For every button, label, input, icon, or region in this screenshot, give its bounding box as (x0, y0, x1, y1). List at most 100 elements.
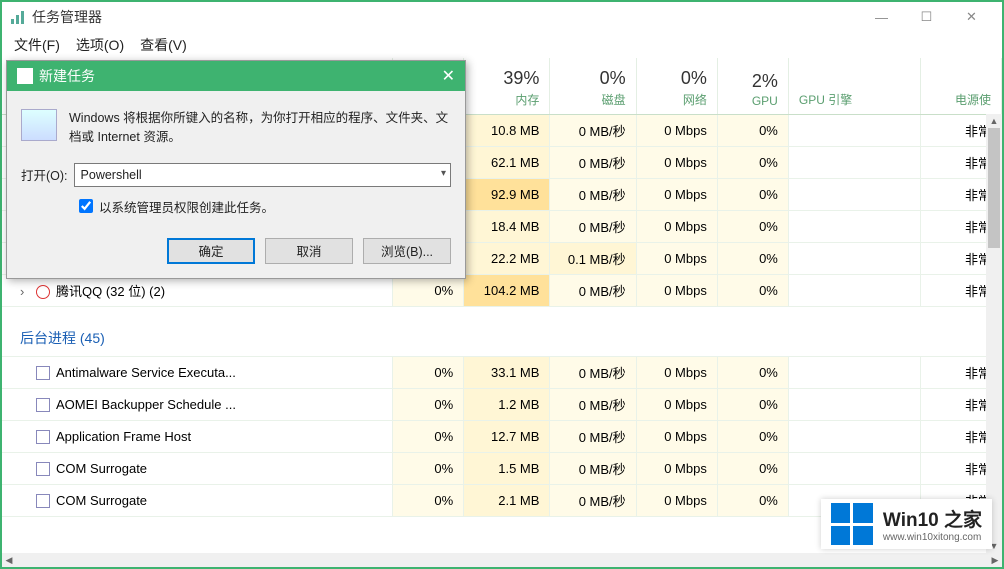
scrollbar-thumb[interactable] (988, 128, 1000, 248)
menu-view[interactable]: 查看(V) (132, 33, 195, 57)
table-row[interactable]: COM Surrogate0%1.5 MB0 MB/秒0 Mbps0%非常 (2, 453, 1002, 485)
table-row[interactable]: Application Frame Host0%12.7 MB0 MB/秒0 M… (2, 421, 1002, 453)
admin-checkbox[interactable] (79, 199, 93, 213)
cancel-button[interactable]: 取消 (265, 238, 353, 264)
titlebar: 任务管理器 — ☐ ✕ (2, 2, 1002, 32)
cell-disk: 0 MB/秒 (550, 114, 636, 146)
horizontal-scrollbar[interactable]: ◀ ▶ (2, 553, 1002, 567)
cell-network: 0 Mbps (636, 453, 717, 485)
cell-gpu-engine (788, 242, 920, 274)
cell-network: 0 Mbps (636, 178, 717, 210)
table-row[interactable]: ›腾讯QQ (32 位) (2)0%104.2 MB0 MB/秒0 Mbps0%… (2, 274, 1002, 306)
cell-gpu-engine (788, 146, 920, 178)
cell-disk: 0 MB/秒 (550, 421, 636, 453)
cell-gpu: 0% (717, 389, 788, 421)
col-power[interactable]: 电源使 (920, 58, 1001, 114)
cell-gpu: 0% (717, 485, 788, 517)
run-dialog-icon (21, 109, 57, 141)
cell-cpu: 0% (393, 453, 464, 485)
cell-memory: 92.9 MB (464, 178, 550, 210)
cell-name: COM Surrogate (2, 485, 393, 517)
scroll-right-icon[interactable]: ▶ (988, 553, 1002, 567)
open-input[interactable]: Powershell ▾ (74, 163, 451, 187)
col-disk[interactable]: 0%磁盘 (550, 58, 636, 114)
cell-gpu: 0% (717, 114, 788, 146)
scroll-left-icon[interactable]: ◀ (2, 553, 16, 567)
cell-network: 0 Mbps (636, 485, 717, 517)
cell-memory: 10.8 MB (464, 114, 550, 146)
cell-gpu-engine (788, 357, 920, 389)
process-icon (36, 285, 50, 299)
section-header: 后台进程 (45) (2, 320, 1002, 357)
col-network[interactable]: 0%网络 (636, 58, 717, 114)
menu-options[interactable]: 选项(O) (68, 33, 132, 57)
cell-gpu-engine (788, 114, 920, 146)
cell-disk: 0.1 MB/秒 (550, 242, 636, 274)
cell-network: 0 Mbps (636, 114, 717, 146)
new-task-dialog: 新建任务 ✕ Windows 将根据你所键入的名称，为你打开相应的程序、文件夹、… (6, 60, 466, 279)
dialog-titlebar[interactable]: 新建任务 ✕ (7, 61, 465, 91)
process-icon (36, 430, 50, 444)
dialog-title: 新建任务 (39, 66, 95, 86)
expand-icon[interactable]: › (20, 284, 32, 299)
cell-cpu: 0% (393, 421, 464, 453)
cell-name: COM Surrogate (2, 453, 393, 485)
cell-gpu: 0% (717, 178, 788, 210)
admin-label: 以系统管理员权限创建此任务。 (99, 197, 274, 216)
open-input-value: Powershell (81, 168, 142, 182)
cell-network: 0 Mbps (636, 421, 717, 453)
watermark: Win10 之家 www.win10xitong.com (821, 499, 992, 549)
run-icon (17, 68, 33, 84)
cell-memory: 1.2 MB (464, 389, 550, 421)
cell-memory: 2.1 MB (464, 485, 550, 517)
cell-memory: 33.1 MB (464, 357, 550, 389)
cell-network: 0 Mbps (636, 146, 717, 178)
maximize-button[interactable]: ☐ (904, 2, 949, 32)
cell-network: 0 Mbps (636, 357, 717, 389)
dropdown-icon[interactable]: ▾ (441, 168, 446, 179)
cell-gpu: 0% (717, 210, 788, 242)
cell-gpu: 0% (717, 274, 788, 306)
menubar: 文件(F) 选项(O) 查看(V) (2, 32, 1002, 58)
cell-cpu: 0% (393, 357, 464, 389)
cell-disk: 0 MB/秒 (550, 357, 636, 389)
dialog-close-button[interactable]: ✕ (442, 66, 455, 86)
cell-gpu-engine (788, 389, 920, 421)
watermark-title: Win10 之家 (883, 505, 982, 532)
cell-gpu: 0% (717, 146, 788, 178)
cell-gpu: 0% (717, 421, 788, 453)
process-icon (36, 494, 50, 508)
app-icon (10, 9, 26, 25)
window-title: 任务管理器 (32, 7, 859, 27)
scroll-up-icon[interactable]: ▲ (986, 114, 1002, 128)
cell-name: AOMEI Backupper Schedule ... (2, 389, 393, 421)
ok-button[interactable]: 确定 (167, 238, 255, 264)
table-row[interactable]: AOMEI Backupper Schedule ... 0% 1.2 MB0 MB… (2, 389, 1002, 421)
col-memory[interactable]: 39%内存 (464, 58, 550, 114)
dialog-description: Windows 将根据你所键入的名称，为你打开相应的程序、文件夹、文档或 Int… (69, 109, 451, 147)
cell-gpu-engine (788, 178, 920, 210)
cell-memory: 12.7 MB (464, 421, 550, 453)
cell-gpu-engine (788, 453, 920, 485)
section-title: 后台进程 (45) (2, 320, 1002, 357)
col-gpu[interactable]: 2%GPU (717, 58, 788, 114)
cell-network: 0 Mbps (636, 389, 717, 421)
cell-gpu-engine (788, 421, 920, 453)
process-icon (36, 366, 50, 380)
cell-disk: 0 MB/秒 (550, 389, 636, 421)
cell-gpu: 0% (717, 242, 788, 274)
cell-disk: 0 MB/秒 (550, 178, 636, 210)
cell-memory: 18.4 MB (464, 210, 550, 242)
cell-network: 0 Mbps (636, 274, 717, 306)
cell-network: 0 Mbps (636, 242, 717, 274)
minimize-button[interactable]: — (859, 2, 904, 32)
vertical-scrollbar[interactable]: ▲ ▼ (986, 114, 1002, 553)
cell-memory: 62.1 MB (464, 146, 550, 178)
menu-file[interactable]: 文件(F) (6, 33, 68, 57)
cell-disk: 0 MB/秒 (550, 485, 636, 517)
col-gpu-engine[interactable]: GPU 引擎 (788, 58, 920, 114)
table-row[interactable]: Antimalware Service Executa...0%33.1 MB0… (2, 357, 1002, 389)
watermark-url: www.win10xitong.com (883, 532, 982, 543)
browse-button[interactable]: 浏览(B)... (363, 238, 451, 264)
close-button[interactable]: ✕ (949, 2, 994, 32)
